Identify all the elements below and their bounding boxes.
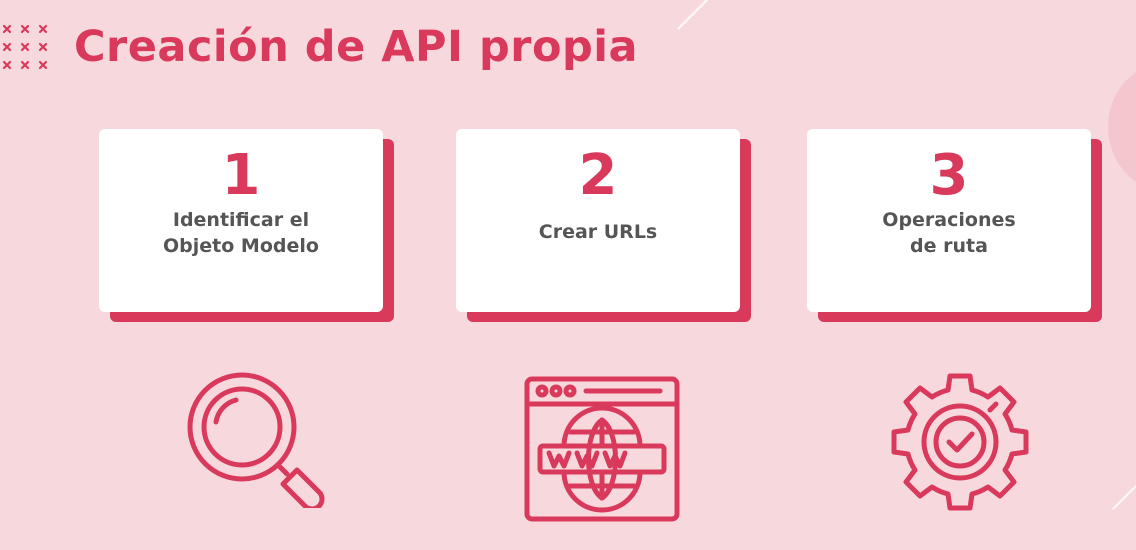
web-browser-www-icon [524,376,680,522]
step-number: 3 [929,143,969,208]
card-body: 3 Operaciones de ruta [807,129,1091,312]
slide: Creación de API propia 1 Identificar el … [0,0,1136,550]
step-label: Crear URLs [538,221,658,243]
step-card-1: 1 Identificar el Objeto Modelo [99,129,394,322]
dot-pattern-icon [2,24,48,70]
card-body: 1 Identificar el Objeto Modelo [99,129,383,312]
step-number: 2 [578,143,618,208]
step-label: Identificar el Objeto Modelo [163,209,319,257]
step-card-3: 3 Operaciones de ruta [807,129,1102,322]
page-title: Creación de API propia [74,22,639,72]
decorative-line [677,0,711,30]
step-label: Operaciones de ruta [882,209,1016,257]
step-number: 1 [221,143,261,208]
decorative-line [1112,476,1136,510]
decorative-circle [1108,62,1136,192]
card-body: 2 Crear URLs [456,129,740,312]
magnifying-glass-icon [187,372,325,508]
gear-check-icon [891,373,1029,511]
step-card-2: 2 Crear URLs [456,129,751,322]
